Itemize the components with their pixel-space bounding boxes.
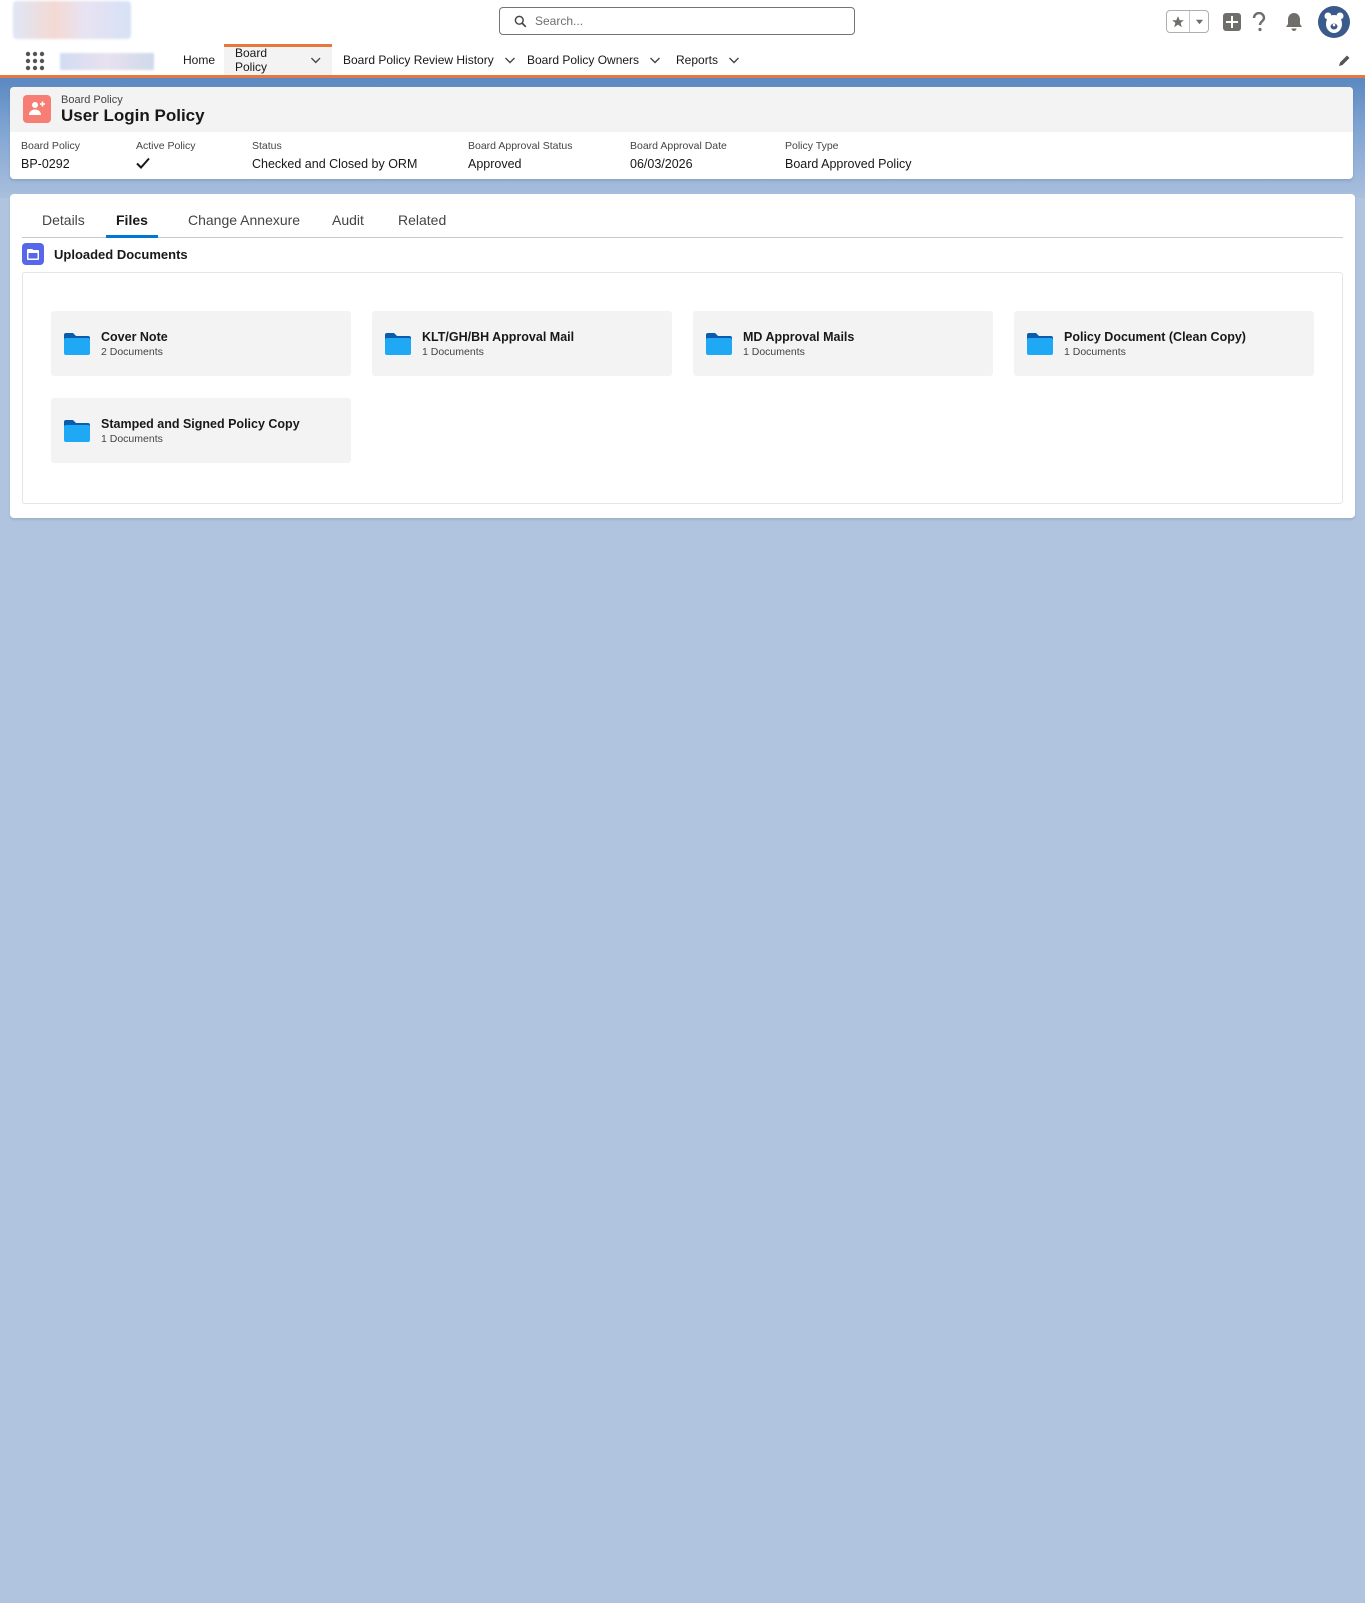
nav-item-reports[interactable]: Reports bbox=[665, 44, 751, 75]
favorites-dropdown-icon[interactable] bbox=[1190, 11, 1208, 32]
tab-related[interactable]: Related bbox=[388, 202, 456, 238]
field-label: Board Approval Date bbox=[630, 140, 727, 152]
field-label: Active Policy bbox=[136, 140, 196, 152]
app-name bbox=[60, 53, 154, 70]
nav-item-board-policy-review-history[interactable]: Board Policy Review History bbox=[332, 44, 527, 75]
folder-card-klt-gh-bh-approval-mail[interactable]: KLT/GH/BH Approval Mail 1 Documents bbox=[372, 311, 672, 376]
field-value: Board Approved Policy bbox=[785, 157, 912, 171]
folder-document-count: 1 Documents bbox=[1064, 345, 1126, 358]
field-active-policy: Active Policy bbox=[136, 140, 196, 172]
record-tabset: Details Files Change Annexure Audit Rela… bbox=[22, 202, 1343, 238]
help-icon[interactable] bbox=[1250, 11, 1268, 33]
nav-item-label: Reports bbox=[676, 52, 719, 67]
chevron-down-icon[interactable] bbox=[310, 54, 321, 66]
nav-item-label: Board Policy Owners bbox=[527, 52, 640, 67]
section-title: Uploaded Documents bbox=[54, 246, 188, 262]
user-avatar[interactable] bbox=[1318, 6, 1350, 38]
field-value-checkbox bbox=[136, 157, 196, 172]
record-object-label: Board Policy bbox=[61, 94, 123, 106]
tab-audit[interactable]: Audit bbox=[322, 202, 374, 238]
field-value: 06/03/2026 bbox=[630, 157, 693, 171]
folder-card-cover-note[interactable]: Cover Note 2 Documents bbox=[51, 311, 351, 376]
nav-item-label: Board Policy bbox=[235, 45, 268, 74]
search-icon bbox=[514, 15, 527, 27]
field-label: Policy Type bbox=[785, 140, 839, 152]
field-value: Approved bbox=[468, 157, 522, 171]
folder-document-count: 1 Documents bbox=[422, 345, 484, 358]
tab-details[interactable]: Details bbox=[32, 202, 95, 238]
folder-document-count: 2 Documents bbox=[101, 345, 163, 358]
field-label: Board Policy bbox=[21, 140, 80, 152]
folder-section-icon bbox=[22, 243, 44, 265]
tab-change-annexure[interactable]: Change Annexure bbox=[178, 202, 310, 238]
edit-nav-pencil-icon[interactable] bbox=[1337, 54, 1351, 68]
record-title: User Login Policy bbox=[61, 106, 205, 125]
folder-icon bbox=[64, 332, 90, 355]
folder-icon bbox=[64, 419, 90, 442]
field-board-approval-status: Board Approval Status Approved bbox=[468, 140, 572, 171]
field-value: Checked and Closed by ORM bbox=[252, 157, 418, 171]
search-input[interactable] bbox=[535, 14, 835, 28]
field-board-approval-date: Board Approval Date 06/03/2026 bbox=[630, 140, 727, 171]
tab-files[interactable]: Files bbox=[106, 202, 158, 238]
favorites-group bbox=[1166, 10, 1209, 33]
folder-name: Cover Note bbox=[101, 329, 168, 344]
folder-document-count: 1 Documents bbox=[743, 345, 805, 358]
documents-grid: Cover Note 2 Documents KLT/GH/BH Approva… bbox=[22, 272, 1343, 504]
folder-name: KLT/GH/BH Approval Mail bbox=[422, 329, 575, 344]
folder-icon bbox=[385, 332, 411, 355]
folder-name: MD Approval Mails bbox=[743, 329, 855, 344]
record-tabs-card: Details Files Change Annexure Audit Rela… bbox=[10, 194, 1355, 518]
global-header bbox=[0, 0, 1365, 44]
chevron-down-icon[interactable] bbox=[504, 54, 516, 66]
field-policy-type: Policy Type Board Approved Policy bbox=[785, 140, 911, 171]
org-logo[interactable] bbox=[13, 1, 131, 39]
checkmark-icon bbox=[136, 157, 150, 169]
nav-item-board-policy-owners[interactable]: Board Policy Owners bbox=[516, 44, 672, 75]
chevron-down-icon[interactable] bbox=[649, 54, 661, 66]
folder-document-count: 1 Documents bbox=[101, 432, 163, 445]
folder-icon bbox=[1027, 332, 1053, 355]
field-board-policy: Board Policy BP-0292 bbox=[21, 140, 80, 171]
field-status: Status Checked and Closed by ORM bbox=[252, 140, 417, 171]
folder-name: Stamped and Signed Policy Copy bbox=[101, 416, 300, 431]
folder-name: Policy Document (Clean Copy) bbox=[1064, 329, 1246, 344]
board-policy-record-icon bbox=[23, 95, 51, 123]
nav-item-board-policy[interactable]: Board Policy bbox=[224, 44, 332, 75]
uploaded-documents-header: Uploaded Documents bbox=[22, 243, 188, 265]
folder-card-policy-document-clean-copy[interactable]: Policy Document (Clean Copy) 1 Documents bbox=[1014, 311, 1314, 376]
record-header: Board Policy User Login Policy bbox=[10, 87, 1353, 132]
favorites-star-icon[interactable] bbox=[1167, 11, 1190, 32]
field-label: Status bbox=[252, 140, 282, 152]
nav-item-home[interactable]: Home bbox=[172, 44, 226, 75]
app-nav-bar: Home Board Policy Board Policy Review Hi… bbox=[0, 44, 1365, 78]
app-launcher-icon[interactable] bbox=[24, 50, 46, 72]
global-actions-add-icon[interactable] bbox=[1222, 12, 1242, 32]
nav-item-label: Board Policy Review History bbox=[343, 52, 494, 67]
folder-icon bbox=[706, 332, 732, 355]
notifications-bell-icon[interactable] bbox=[1284, 11, 1304, 33]
chevron-down-icon[interactable] bbox=[728, 54, 740, 66]
field-value: BP-0292 bbox=[21, 157, 70, 171]
nav-item-label: Home bbox=[183, 52, 216, 67]
folder-card-md-approval-mails[interactable]: MD Approval Mails 1 Documents bbox=[693, 311, 993, 376]
global-search[interactable] bbox=[499, 7, 855, 35]
folder-card-stamped-and-signed-policy-copy[interactable]: Stamped and Signed Policy Copy 1 Documen… bbox=[51, 398, 351, 463]
field-label: Board Approval Status bbox=[468, 140, 573, 152]
record-highlights-panel: Board Policy User Login Policy Board Pol… bbox=[10, 87, 1353, 179]
